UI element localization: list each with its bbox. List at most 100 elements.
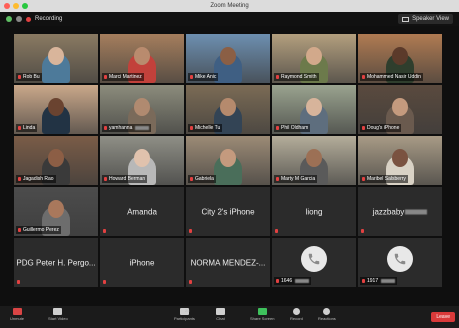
participant-tile[interactable]: Howard Berman: [100, 136, 184, 185]
participant-tile[interactable]: Jagadish Rao: [14, 136, 98, 185]
participant-tile[interactable]: Mohammed Nasir Uddin: [358, 34, 442, 83]
participant-face: [134, 149, 150, 167]
participant-face: [220, 98, 236, 116]
redacted-text: [135, 126, 150, 130]
participant-tile[interactable]: Michelle Tu: [186, 85, 270, 134]
participant-name-tag: Marty M Garcia: [274, 175, 318, 183]
participant-display-name: City 2's iPhone: [186, 207, 270, 216]
participant-tile[interactable]: Maribel Salsberry: [358, 136, 442, 185]
mic-muted-icon: [12, 308, 22, 315]
participant-name-text: Amanda: [127, 207, 157, 216]
muted-mic-icon: [361, 229, 364, 233]
toolbar-label: Record: [290, 316, 303, 321]
video-camera-icon: [53, 308, 63, 315]
security-shield-icon[interactable]: [6, 16, 12, 22]
participant-face: [134, 47, 150, 65]
muted-mic-icon: [18, 228, 21, 232]
muted-mic-icon: [104, 75, 107, 79]
participant-name-tag: 1646: [274, 277, 312, 285]
participant-face: [48, 200, 64, 218]
participant-face: [220, 149, 236, 167]
recording-indicator-icon: [26, 16, 31, 22]
participant-tile[interactable]: Gabriela: [186, 136, 270, 185]
participant-tile[interactable]: Raymond Smith: [272, 34, 356, 83]
participant-tile[interactable]: NORMA MENDEZ-...: [186, 238, 270, 287]
muted-mic-icon: [18, 126, 21, 130]
participant-name-label: Mike Anic: [195, 74, 217, 80]
meeting-info-icon[interactable]: [16, 16, 22, 22]
participant-tile[interactable]: Amanda: [100, 187, 184, 236]
participants-button[interactable]: Participants 25: [174, 308, 195, 321]
share-screen-button[interactable]: Share Screen: [250, 308, 274, 321]
toolbar-label: Chat: [216, 316, 225, 321]
recording-label: Recording: [35, 16, 63, 22]
participant-face: [220, 47, 236, 65]
speaker-view-icon: [402, 16, 410, 22]
share-screen-icon: [257, 308, 267, 315]
toolbar-label: Participants: [174, 316, 195, 321]
participant-tile[interactable]: Guillermo Perez: [14, 187, 98, 236]
participant-name-label: yamhanna: [109, 125, 133, 131]
participant-tile[interactable]: 1646: [272, 238, 356, 287]
leave-meeting-button[interactable]: Leave: [431, 312, 455, 322]
participant-tile[interactable]: City 2's iPhone: [186, 187, 270, 236]
participant-tile[interactable]: yamhanna: [100, 85, 184, 134]
participant-name-label: Jagadish Rao: [23, 176, 54, 182]
muted-mic-icon: [17, 280, 20, 284]
participant-name-tag: Linda: [16, 124, 38, 132]
participant-tile[interactable]: Marci Martinez: [100, 34, 184, 83]
participant-display-name: iPhone: [100, 258, 184, 267]
chat-button[interactable]: Chat: [216, 308, 225, 321]
participant-face: [48, 149, 64, 167]
phone-icon: [301, 246, 327, 272]
participant-face: [48, 47, 64, 65]
start-video-button[interactable]: Start Video: [48, 308, 68, 321]
participant-name-tag: Mike Anic: [188, 73, 219, 81]
participant-tile[interactable]: jazzbaby: [358, 187, 442, 236]
muted-mic-icon: [18, 177, 21, 181]
redacted-text: [405, 209, 428, 215]
participant-name-tag: Marci Martinez: [102, 73, 144, 81]
reactions-button[interactable]: Reactions: [318, 308, 336, 321]
participant-tile[interactable]: iPhone: [100, 238, 184, 287]
participant-tile[interactable]: Linda: [14, 85, 98, 134]
toolbar-label: Share Screen: [250, 316, 275, 321]
muted-mic-icon: [362, 177, 365, 181]
record-button[interactable]: Record: [290, 308, 303, 321]
participant-tile[interactable]: Rob Bu: [14, 34, 98, 83]
participant-tile[interactable]: Mike Anic: [186, 34, 270, 83]
participant-name-label: Rob Bu: [23, 74, 40, 80]
participant-tile[interactable]: PDG Peter H. Pergo...: [14, 238, 98, 287]
participant-tile[interactable]: Marty M Garcia: [272, 136, 356, 185]
participant-name-tag: 1917: [360, 277, 398, 285]
close-window-button[interactable]: [4, 3, 10, 9]
participant-name-tag: Gabriela: [188, 175, 216, 183]
participant-name-tag: Raymond Smith: [274, 73, 319, 81]
chat-icon: [216, 308, 225, 315]
muted-mic-icon: [189, 229, 192, 233]
participant-name-tag: Jagadish Rao: [16, 175, 56, 183]
muted-mic-icon: [275, 229, 278, 233]
participant-tile[interactable]: Phil Oldham: [272, 85, 356, 134]
participant-display-name: PDG Peter H. Pergo...: [14, 258, 98, 267]
reactions-icon: [323, 308, 331, 315]
participant-name-text: liong: [305, 207, 323, 216]
participant-tile[interactable]: 1917: [358, 238, 442, 287]
muted-mic-icon: [189, 280, 192, 284]
participant-tile[interactable]: liong: [272, 187, 356, 236]
participant-gallery: Rob Bu Marci Martinez Mike Anic Raymond Smi…: [14, 34, 444, 290]
participant-face: [306, 47, 322, 65]
muted-mic-icon: [276, 177, 279, 181]
muted-mic-icon: [103, 280, 106, 284]
muted-mic-icon: [104, 177, 107, 181]
meeting-toolbar: Leave Unmute Start Video Participants 25 Cha…: [0, 306, 459, 328]
participant-name-tag: Michelle Tu: [188, 124, 223, 132]
unmute-button[interactable]: Unmute: [10, 308, 24, 321]
maximize-window-button[interactable]: [22, 3, 28, 9]
minimize-window-button[interactable]: [13, 3, 19, 9]
participant-face: [392, 47, 408, 65]
speaker-view-button[interactable]: Speaker View: [398, 14, 453, 24]
participant-name-text: iPhone: [129, 258, 155, 267]
participant-tile[interactable]: Doug's iPhone: [358, 85, 442, 134]
meeting-top-bar: Recording Speaker View: [0, 12, 459, 26]
